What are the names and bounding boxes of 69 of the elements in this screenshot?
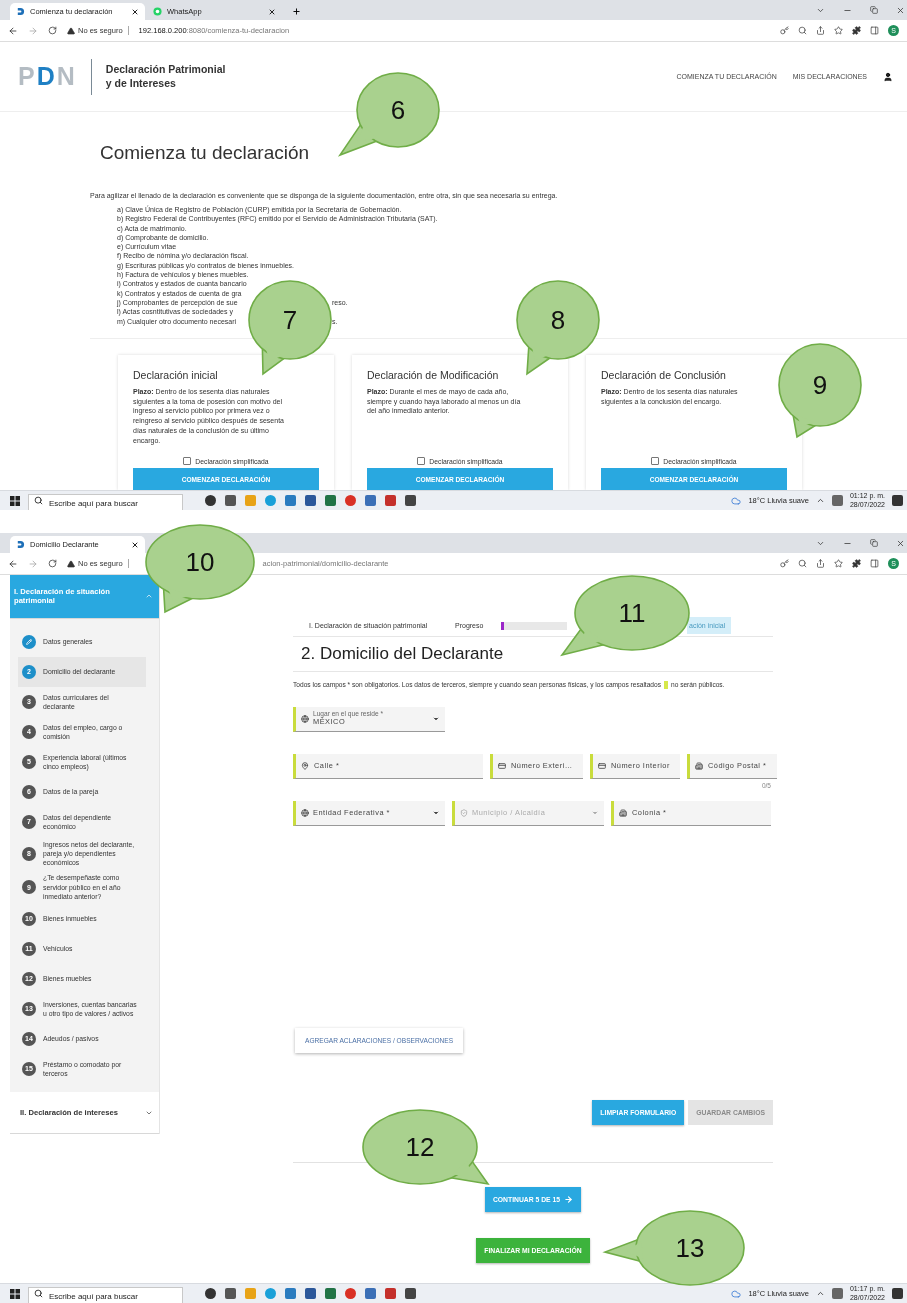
close-icon[interactable] (131, 7, 139, 16)
search-icon[interactable] (34, 1288, 43, 1298)
globe-icon (301, 714, 309, 723)
search-icon[interactable] (34, 495, 43, 505)
close-icon[interactable] (131, 540, 139, 549)
card-icon (498, 761, 506, 770)
windows-logo-icon[interactable] (10, 1288, 20, 1299)
share-icon[interactable] (816, 559, 825, 568)
taskbar-app-icon[interactable] (405, 495, 416, 506)
card-title: Declaración de Conclusión (601, 368, 727, 381)
warning-icon[interactable] (67, 26, 75, 35)
building-icon (619, 808, 627, 817)
callout-number: 6 (390, 97, 406, 123)
chevron-up-icon[interactable] (815, 496, 825, 505)
warning-icon[interactable] (67, 559, 75, 568)
reload-icon[interactable] (48, 26, 57, 35)
taskbar-search-field[interactable]: Escribe aquí para buscar (28, 494, 183, 510)
card-title: Declaración inicial (133, 368, 219, 381)
tray-icon[interactable] (831, 1288, 843, 1299)
close-icon[interactable] (268, 7, 276, 16)
callout-number: 13 (675, 1235, 705, 1261)
restore-icon[interactable] (870, 6, 878, 14)
page-title: Comienza tu declaración (100, 142, 311, 164)
reload-icon[interactable] (48, 559, 57, 568)
callout-number: 7 (282, 307, 298, 333)
d-logo-icon (16, 540, 25, 549)
puzzle-icon[interactable] (852, 26, 861, 35)
card-title: Declaración de Modificación (367, 368, 500, 381)
restore-icon[interactable] (870, 539, 878, 547)
callout-number: 10 (185, 549, 215, 575)
user-icon[interactable] (883, 71, 893, 82)
pencil-icon (22, 634, 36, 649)
puzzle-icon[interactable] (852, 559, 861, 568)
chat-icon (153, 7, 162, 16)
search-icon[interactable] (798, 559, 807, 568)
notification-icon[interactable] (892, 495, 903, 506)
taskbar-app-icon[interactable] (405, 1288, 416, 1299)
search-icon[interactable] (798, 26, 807, 35)
key-icon[interactable] (780, 26, 789, 35)
windows-logo-icon[interactable] (10, 495, 20, 506)
taskbar-search-field[interactable]: Escribe aquí para buscar (28, 1287, 183, 1303)
globe-icon (301, 808, 309, 817)
new-tab-icon[interactable] (292, 7, 301, 16)
shield-icon (460, 808, 468, 817)
star-icon[interactable] (834, 559, 843, 568)
callout-number: 11 (618, 600, 646, 626)
app-title: Declaración Patrimonial y de Intereses (105, 62, 226, 91)
arrow-right-icon (564, 1194, 574, 1204)
tray-icon[interactable] (831, 495, 843, 506)
callout-number: 8 (550, 307, 566, 333)
side-panel-icon[interactable] (870, 26, 879, 35)
callout-number: 9 (812, 372, 828, 398)
back-icon[interactable] (8, 558, 18, 569)
taskbar-app-icon[interactable] (205, 495, 216, 506)
notification-icon[interactable] (892, 1288, 903, 1299)
card-icon (598, 761, 606, 770)
taskbar-app-icon[interactable] (205, 1288, 216, 1299)
building-icon (695, 761, 703, 770)
callout-number: 12 (405, 1134, 435, 1160)
star-icon[interactable] (834, 26, 843, 35)
pin-icon (301, 761, 309, 770)
weather-icon[interactable] (731, 1288, 742, 1299)
chevron-up-icon[interactable] (815, 1289, 825, 1298)
key-icon[interactable] (780, 559, 789, 568)
back-icon[interactable] (8, 25, 18, 36)
side-panel-icon[interactable] (870, 559, 879, 568)
share-icon[interactable] (816, 26, 825, 35)
d-logo-icon (16, 7, 25, 16)
weather-icon[interactable] (731, 495, 742, 506)
